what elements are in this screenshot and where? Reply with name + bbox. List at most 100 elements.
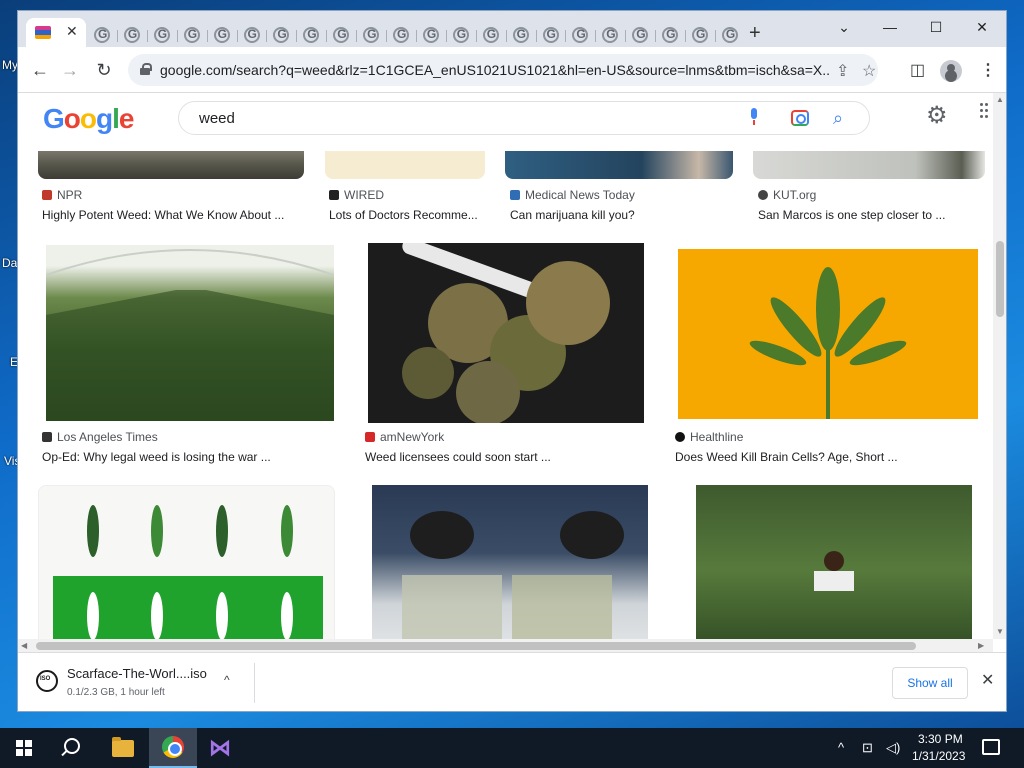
result-title[interactable]: Does Weed Kill Brain Cells? Age, Short .… <box>675 450 898 464</box>
close-window-button[interactable]: ✕ <box>962 15 1002 39</box>
result-title[interactable]: Lots of Doctors Recomme... <box>329 208 478 222</box>
google-tab-favicon-icon[interactable] <box>183 27 200 43</box>
google-tab-favicon-icon[interactable] <box>393 27 409 43</box>
scroll-right-arrow-icon[interactable]: ▶ <box>978 641 984 650</box>
result-source[interactable]: Medical News Today <box>510 188 635 202</box>
google-tab-favicon-icon[interactable] <box>243 27 260 43</box>
google-tab-favicon-icon[interactable] <box>632 27 649 43</box>
google-tab-favicon-icon[interactable] <box>602 27 619 43</box>
profile-avatar-icon[interactable] <box>940 60 962 82</box>
result-title[interactable]: Op-Ed: Why legal weed is losing the war … <box>42 450 271 464</box>
share-icon[interactable]: ⇪ <box>836 61 849 81</box>
google-tab-favicon-icon[interactable] <box>422 27 439 43</box>
vertical-scrollbar-thumb[interactable] <box>996 241 1004 317</box>
tab-close-icon[interactable]: ✕ <box>66 23 78 40</box>
bookmark-star-icon[interactable]: ☆ <box>862 61 876 81</box>
google-lens-icon[interactable] <box>791 110 809 126</box>
more-menu-icon[interactable]: ⋮ <box>980 60 996 80</box>
settings-gear-icon[interactable]: ⚙ <box>926 101 948 130</box>
scroll-left-arrow-icon[interactable]: ◀ <box>21 641 27 650</box>
desktop-icon-label[interactable]: E <box>10 355 18 369</box>
google-tab-favicon-icon[interactable] <box>123 27 140 43</box>
result-source[interactable]: amNewYork <box>365 430 444 444</box>
notification-center-icon[interactable] <box>982 739 1000 755</box>
result-image[interactable] <box>696 485 972 651</box>
google-tab-favicon-icon[interactable] <box>662 27 679 43</box>
google-tab-favicon-icon[interactable] <box>333 27 350 43</box>
tab-active[interactable]: ✕ <box>26 18 86 47</box>
scroll-down-arrow-icon[interactable]: ▼ <box>996 627 1004 636</box>
microphone-icon[interactable] <box>749 108 759 126</box>
maximize-button[interactable]: ☐ <box>916 15 956 39</box>
gloved-hands-jars-image <box>402 511 624 651</box>
result-title[interactable]: San Marcos is one step closer to ... <box>758 208 945 222</box>
download-filename[interactable]: Scarface-The-Worl....iso <box>67 666 207 681</box>
google-tab-favicon-icon[interactable] <box>94 27 110 43</box>
vertical-scrollbar[interactable]: ▲ ▼ <box>993 93 1006 639</box>
result-title[interactable]: Can marijuana kill you? <box>510 208 635 222</box>
result-title[interactable]: Weed licensees could soon start ... <box>365 450 551 464</box>
google-tab-favicon-icon[interactable] <box>512 27 529 43</box>
google-tab-favicon-icon[interactable] <box>482 27 499 43</box>
result-source[interactable]: KUT.org <box>758 188 816 202</box>
taskbar-search-icon[interactable] <box>64 738 80 754</box>
clock-date[interactable]: 1/31/2023 <box>912 749 965 763</box>
google-tab-favicon-icon[interactable] <box>273 27 290 43</box>
google-tab-favicon-icon[interactable] <box>153 27 170 43</box>
show-all-button[interactable]: Show all <box>892 667 968 699</box>
desktop-icon-label[interactable]: My <box>2 58 18 72</box>
download-options-chevron-icon[interactable]: ^ <box>224 673 230 687</box>
result-source[interactable]: NPR <box>42 188 82 202</box>
horizontal-scrollbar[interactable]: ◀ ▶ <box>18 639 993 652</box>
clock-time[interactable]: 3:30 PM <box>918 732 963 746</box>
amnewyork-icon <box>365 432 375 442</box>
google-tab-favicon-icon[interactable] <box>721 27 738 43</box>
start-button[interactable] <box>0 728 48 768</box>
minimize-button[interactable]: — <box>870 15 910 39</box>
google-tab-favicon-icon[interactable] <box>213 27 230 43</box>
google-tab-favicon-icon[interactable] <box>692 27 708 43</box>
close-download-bar-icon[interactable]: ✕ <box>981 670 994 690</box>
lock-icon[interactable] <box>140 63 152 75</box>
url-text[interactable]: google.com/search?q=weed&rlz=1C1GCEA_enU… <box>160 62 830 78</box>
windows-logo-icon <box>16 740 32 756</box>
result-image[interactable] <box>368 243 644 423</box>
search-input[interactable]: weed ⌕ <box>178 101 870 135</box>
file-explorer-icon[interactable] <box>112 737 134 757</box>
address-bar[interactable]: google.com/search?q=weed&rlz=1C1GCEA_enU… <box>128 54 878 86</box>
google-tab-favicon-icon[interactable] <box>452 27 469 43</box>
google-logo[interactable]: Google <box>43 103 134 135</box>
result-source[interactable]: Healthline <box>675 430 743 444</box>
show-hidden-icons-chevron-icon[interactable]: ^ <box>838 740 844 755</box>
taskbar-chrome-button[interactable] <box>149 728 197 768</box>
iso-file-icon[interactable] <box>36 670 58 692</box>
desktop-icon-label[interactable]: Da <box>2 256 17 270</box>
horizontal-scrollbar-thumb[interactable] <box>36 642 916 650</box>
tab-search-chevron-icon[interactable]: ⌄ <box>824 15 864 39</box>
google-tab-favicon-icon[interactable] <box>363 27 380 43</box>
side-panel-icon[interactable]: ◫ <box>910 60 925 80</box>
visual-studio-icon[interactable]: ⋈ <box>209 737 233 759</box>
scroll-up-arrow-icon[interactable]: ▲ <box>996 95 1004 104</box>
result-title[interactable]: Highly Potent Weed: What We Know About .… <box>42 208 284 222</box>
google-tab-favicon-icon[interactable] <box>303 27 320 43</box>
forward-button[interactable]: → <box>58 58 82 82</box>
apps-grid-icon[interactable] <box>980 103 990 121</box>
network-icon[interactable]: ⊡ <box>862 740 873 756</box>
result-image[interactable] <box>46 245 334 421</box>
back-button[interactable]: ← <box>28 58 52 82</box>
new-tab-button[interactable]: + <box>749 22 761 45</box>
search-query-text[interactable]: weed <box>199 110 235 127</box>
result-source-name: NPR <box>57 188 83 202</box>
result-source[interactable]: WIRED <box>329 188 384 202</box>
result-image[interactable] <box>372 485 648 651</box>
search-icon[interactable]: ⌕ <box>833 108 843 129</box>
reload-button[interactable]: ↻ <box>92 58 116 82</box>
google-tab-favicon-icon[interactable] <box>542 27 559 43</box>
google-tab-favicon-icon[interactable] <box>572 27 589 43</box>
volume-icon[interactable]: ◁) <box>886 740 900 756</box>
result-image[interactable] <box>678 249 978 419</box>
tab-separator <box>685 30 686 42</box>
result-image[interactable] <box>38 485 335 651</box>
result-source[interactable]: Los Angeles Times <box>42 430 158 444</box>
